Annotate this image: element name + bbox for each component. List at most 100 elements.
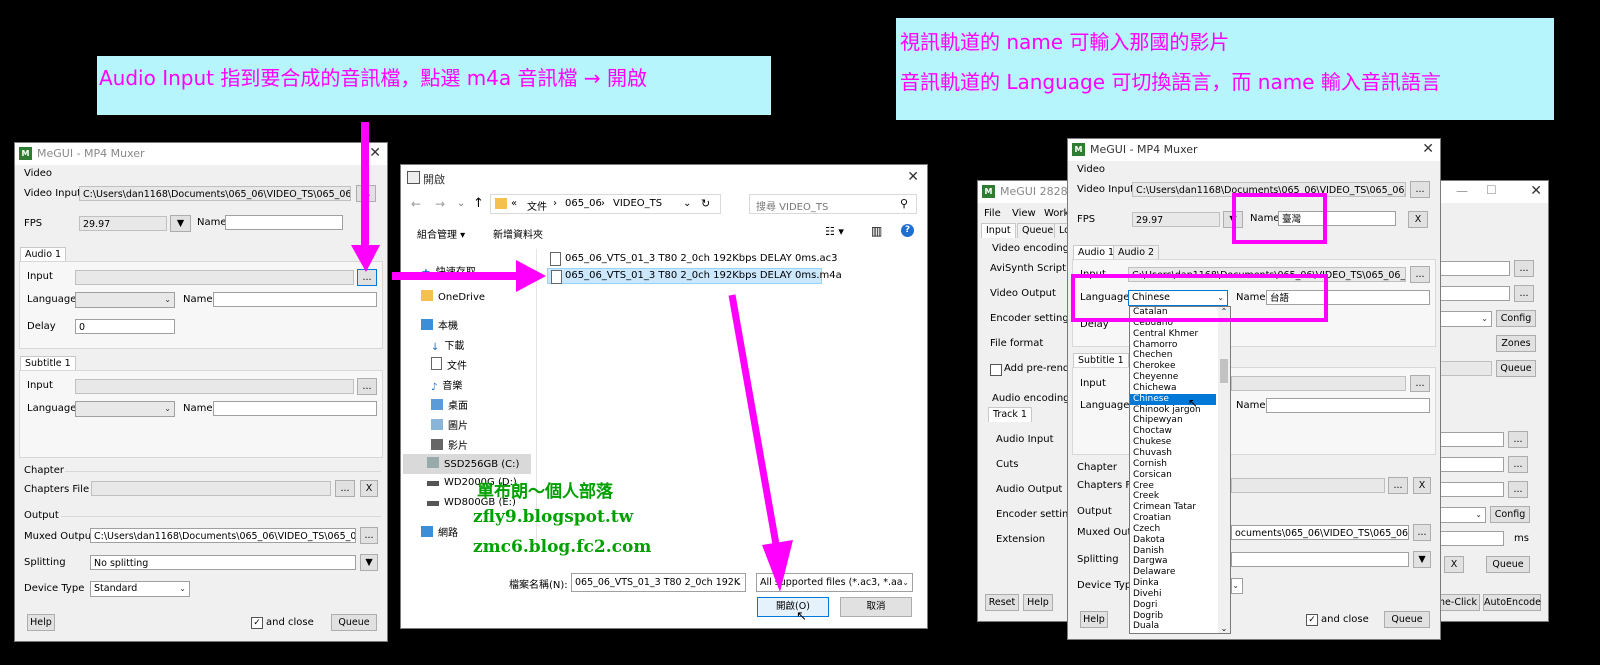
- help-icon[interactable]: ?: [901, 224, 914, 237]
- audio-clear-button[interactable]: X: [1444, 556, 1464, 573]
- tab-audio-2[interactable]: Audio 2: [1113, 245, 1160, 260]
- device-type-select[interactable]: Standard ⌄: [90, 581, 190, 597]
- language-option[interactable]: Chichewa: [1130, 383, 1216, 394]
- audio-input-browse-button[interactable]: ...: [1508, 431, 1528, 448]
- language-option[interactable]: Creek: [1130, 491, 1216, 502]
- add-prerender-checkbox[interactable]: [990, 364, 1002, 376]
- language-option[interactable]: Dogri: [1130, 600, 1216, 611]
- menu-view[interactable]: View: [1012, 208, 1036, 219]
- subtitle-input-field[interactable]: [75, 379, 354, 394]
- language-option[interactable]: Choctaw: [1130, 426, 1216, 437]
- video-browse-button[interactable]: ...: [356, 185, 376, 202]
- audio-output-field[interactable]: [1440, 482, 1504, 497]
- queue-button[interactable]: Queue: [331, 614, 377, 631]
- delay-input[interactable]: 0: [75, 319, 175, 334]
- cuts-browse-button[interactable]: ...: [1508, 456, 1528, 473]
- one-click-button[interactable]: ne-Click: [1436, 594, 1480, 611]
- subtitle-language-select[interactable]: ⌄: [75, 401, 175, 417]
- subtitle-browse-button[interactable]: ...: [357, 378, 377, 395]
- preview-pane-icon[interactable]: ▥: [871, 224, 882, 238]
- cuts-field[interactable]: [1440, 457, 1504, 472]
- language-option[interactable]: Chukese: [1130, 437, 1216, 448]
- zones-button[interactable]: Zones: [1496, 335, 1536, 352]
- fps-dropdown-button[interactable]: ▼: [170, 215, 191, 232]
- chapters-file-field[interactable]: [1231, 478, 1385, 493]
- language-option[interactable]: Dogrib: [1130, 611, 1216, 622]
- language-option[interactable]: Dinka: [1130, 578, 1216, 589]
- reset-button[interactable]: Reset: [985, 594, 1019, 611]
- filetype-select[interactable]: All supported files (*.ac3, *.aa ⌄: [756, 573, 913, 592]
- muxed-output-browse-button[interactable]: ...: [360, 527, 378, 544]
- tab-audio-1[interactable]: Audio 1: [20, 247, 67, 262]
- device-type-select[interactable]: ⌄: [1231, 578, 1243, 594]
- language-option[interactable]: Duala: [1130, 621, 1216, 632]
- language-option[interactable]: Czech: [1130, 524, 1216, 535]
- forward-arrow-icon[interactable]: →: [435, 197, 445, 211]
- nav-onedrive[interactable]: OneDrive: [421, 290, 485, 303]
- nav-pictures[interactable]: 圖片: [431, 417, 468, 432]
- and-close-checkbox[interactable]: ✓: [1306, 614, 1318, 626]
- splitting-field[interactable]: No splitting: [90, 555, 356, 570]
- and-close-checkbox[interactable]: ✓: [251, 617, 263, 629]
- nav-videos[interactable]: 影片: [431, 437, 468, 452]
- audio-name-input[interactable]: [213, 292, 377, 307]
- muxed-output-field[interactable]: ocuments\065_06\VIDEO_TS\065_06_VTS_0: [1231, 525, 1409, 540]
- encoder-settings-select[interactable]: ⌄: [1440, 311, 1492, 327]
- close-icon[interactable]: ✕: [1422, 141, 1434, 157]
- language-option[interactable]: Dakota: [1130, 535, 1216, 546]
- config-button[interactable]: Config: [1496, 310, 1536, 327]
- nav-desktop[interactable]: 桌面: [431, 397, 468, 412]
- nav-network[interactable]: 網路: [421, 524, 458, 539]
- language-option[interactable]: Danish: [1130, 546, 1216, 557]
- audio-browse-button[interactable]: ...: [1410, 266, 1430, 283]
- video-name-input[interactable]: [225, 215, 343, 230]
- video-browse-button[interactable]: ...: [1410, 181, 1430, 198]
- tab-subtitle-1[interactable]: Subtitle 1: [20, 356, 76, 371]
- audio-queue-button[interactable]: Queue: [1486, 556, 1530, 573]
- language-option[interactable]: Chinook jargon: [1130, 405, 1216, 416]
- language-option[interactable]: Chinese: [1130, 393, 1216, 405]
- delay-field[interactable]: [1440, 531, 1504, 546]
- avisynth-script-field[interactable]: [1440, 261, 1510, 276]
- nav-downloads[interactable]: ↓ 下載: [431, 337, 464, 353]
- splitting-dropdown-button[interactable]: ▼: [1413, 551, 1431, 568]
- splitting-field[interactable]: [1231, 552, 1409, 567]
- nav-music[interactable]: ♪ 音樂: [431, 377, 462, 393]
- queue-button[interactable]: Queue: [1384, 611, 1430, 628]
- help-button[interactable]: Help: [27, 614, 55, 631]
- breadcrumb-folder[interactable]: 065_06: [565, 198, 602, 209]
- language-option[interactable]: Dargwa: [1130, 556, 1216, 567]
- language-option[interactable]: Chuvash: [1130, 448, 1216, 459]
- chapters-clear-button[interactable]: X: [360, 480, 378, 497]
- view-options-icon[interactable]: ☷ ▾: [825, 225, 844, 238]
- chapters-clear-button[interactable]: X: [1413, 477, 1431, 494]
- nav-drive-c[interactable]: SSD256GB (C:): [427, 457, 519, 470]
- audio-config-button[interactable]: Config: [1490, 506, 1530, 523]
- dropdown-scrollbar[interactable]: ⌃ ⌄: [1218, 307, 1230, 633]
- close-icon[interactable]: ✕: [1530, 183, 1542, 199]
- language-option[interactable]: Corsican: [1130, 470, 1216, 481]
- language-option[interactable]: Cherokee: [1130, 361, 1216, 372]
- main-help-button[interactable]: Help: [1023, 594, 1053, 611]
- video-queue-button[interactable]: Queue: [1496, 360, 1536, 377]
- language-option[interactable]: Chechen: [1130, 350, 1216, 361]
- help-button[interactable]: Help: [1080, 611, 1108, 628]
- audio-output-browse-button[interactable]: ...: [1508, 481, 1528, 498]
- language-option[interactable]: Divehi: [1130, 589, 1216, 600]
- tab-queue[interactable]: Queue: [1017, 223, 1059, 238]
- chapters-browse-button[interactable]: ...: [1388, 477, 1408, 494]
- audio-input-field[interactable]: [1440, 432, 1504, 447]
- video-output-browse-button[interactable]: ...: [1514, 285, 1534, 302]
- tab-subtitle-1[interactable]: Subtitle 1: [1073, 353, 1129, 368]
- tab-input[interactable]: Input: [981, 223, 1016, 238]
- language-option[interactable]: Croatian: [1130, 513, 1216, 524]
- language-option[interactable]: Cree: [1130, 481, 1216, 492]
- open-button[interactable]: 開啟(O): [757, 597, 829, 617]
- fps-field[interactable]: 29.97: [79, 216, 167, 231]
- audio-language-select[interactable]: ⌄: [75, 292, 175, 308]
- nav-documents[interactable]: 文件: [431, 357, 467, 372]
- language-option[interactable]: Chipewyan: [1130, 415, 1216, 426]
- video-input-field[interactable]: C:\Users\dan1168\Documents\065_06\VIDEO_…: [79, 186, 351, 201]
- subtitle-input-field[interactable]: [1231, 376, 1406, 391]
- fps-field[interactable]: 29.97: [1132, 212, 1220, 227]
